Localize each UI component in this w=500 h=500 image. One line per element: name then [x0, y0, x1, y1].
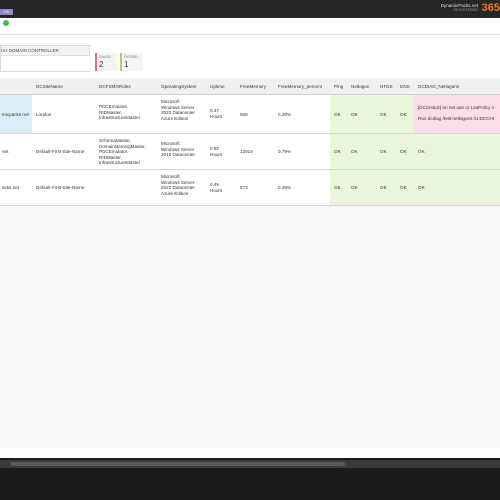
domain-controller-selector: CH DOMAIN CONTROLLER: [0, 45, 90, 72]
cell-roles: SchemaMaster, DomainNamingMaster, PDCEmu…: [99, 138, 146, 165]
passed-label: PASSED: [124, 55, 138, 59]
status-tag[interactable]: OK: [0, 9, 13, 15]
status-indicator-icon: [3, 20, 9, 26]
cell-dcdiag: OK: [418, 149, 425, 154]
cell-netlogon: OK: [351, 149, 358, 154]
top-bar: OK DynamicPacks.net REGISTERED 365: [0, 0, 500, 18]
cell-free-memory-percent: 0.79%: [278, 149, 292, 154]
cell-site: Default-First-Site-Name: [36, 185, 85, 190]
cell-dcdiag: [DCCHILD] An net use or LsaPolicy o Run …: [418, 105, 495, 121]
cell-free-memory: 12914: [240, 149, 253, 154]
cell-os: Microsoft Windows Server 2022 Datacenter…: [161, 99, 195, 121]
cell-ntds: OK: [380, 149, 387, 154]
cell-ping: OK: [334, 112, 341, 117]
cell-os: Microsoft Windows Server 2022 Datacenter…: [161, 174, 195, 196]
cell-os: Microsoft Windows Server 2019 Datacenter: [161, 141, 195, 157]
header-dcdiag-netlogons[interactable]: DCDIAG_Netlogons: [418, 84, 459, 90]
cell-dns: OK: [400, 149, 407, 154]
failed-label: FAILED: [99, 55, 112, 59]
passed-tile[interactable]: PASSED 1: [120, 53, 142, 71]
cell-roles: PDCEmulator, RIDMaster, InfrastructureMa…: [99, 104, 141, 120]
table-row[interactable]: net Default-First-Site-Name SchemaMaster…: [0, 134, 500, 170]
cell-uptime: 0.47 Hours: [210, 108, 223, 119]
cell-free-memory: 559: [240, 112, 248, 117]
header-freememory-percent[interactable]: FreeMemory_percent: [278, 84, 322, 90]
cell-dns: OK: [400, 112, 407, 117]
cell-ping: OK: [334, 185, 341, 190]
header-dns[interactable]: DNS: [400, 84, 410, 90]
header-dcsitename[interactable]: DCSiteName: [36, 84, 63, 90]
cell-free-memory-percent: 0.29%: [278, 185, 292, 190]
logo: 365: [481, 2, 500, 14]
scrollbar-thumb[interactable]: [10, 462, 345, 466]
header-ping[interactable]: Ping: [334, 84, 343, 90]
header-operatingsystem[interactable]: OperatingSystem: [161, 84, 197, 90]
domain-controller-field[interactable]: [1, 55, 90, 71]
passed-count: 1: [124, 60, 129, 69]
results-table: DCSiteName DCFSMORoles OperatingSystem U…: [0, 78, 500, 448]
cell-netlogon: OK: [351, 112, 358, 117]
failed-count: 2: [99, 60, 104, 69]
cell-dns: OK: [400, 185, 407, 190]
cell-name: net: [2, 149, 9, 154]
selector-label: CH DOMAIN CONTROLLER: [1, 48, 59, 53]
cell-uptime: 0.92 Hours: [210, 146, 223, 157]
header-dcfsmoroles[interactable]: DCFSMORoles: [99, 84, 131, 90]
header-freememory[interactable]: FreeMemory: [240, 84, 266, 90]
table-row[interactable]: micpacks.net London PDCEmulator, RIDMast…: [0, 95, 500, 134]
cell-dcdiag: OK: [418, 185, 425, 190]
cell-uptime: 0.49 Hours: [210, 182, 223, 193]
cell-ntds: OK: [380, 112, 387, 117]
horizontal-scrollbar[interactable]: [0, 460, 500, 468]
cell-ping: OK: [334, 149, 341, 154]
table-row[interactable]: acks.net Default-First-Site-Name Microso…: [0, 170, 500, 206]
divider: [0, 34, 500, 35]
cell-ntds: OK: [380, 185, 387, 190]
brand-info: DynamicPacks.net REGISTERED: [441, 3, 478, 13]
cell-name: micpacks.net: [2, 112, 29, 117]
table-header: DCSiteName DCFSMORoles OperatingSystem U…: [0, 78, 500, 95]
cell-site: London: [36, 112, 52, 117]
header-netlogon[interactable]: Netlogon: [351, 84, 369, 90]
cell-free-memory: 573: [240, 185, 248, 190]
header-uptime[interactable]: Uptime: [210, 84, 225, 90]
cell-name: acks.net: [2, 185, 20, 190]
header-ntds[interactable]: NTDS: [380, 84, 393, 90]
cell-site: Default-First-Site-Name: [36, 149, 85, 154]
cell-free-memory-percent: 0.28%: [278, 112, 292, 117]
app-window: OK DynamicPacks.net REGISTERED 365 CH DO…: [0, 0, 500, 500]
failed-tile[interactable]: FAILED 2: [95, 53, 117, 71]
dashboard-canvas: CH DOMAIN CONTROLLER FAILED 2 PASSED 1 D…: [0, 18, 500, 458]
cell-netlogon: OK: [351, 185, 358, 190]
brand-registration: REGISTERED: [453, 8, 478, 12]
footer: [0, 468, 500, 500]
